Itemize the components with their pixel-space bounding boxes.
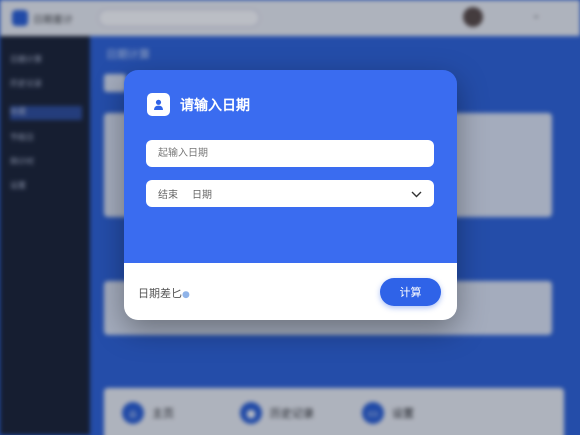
droplet-icon: ● [182,290,190,300]
end-date-prefix: 结束 [158,190,178,201]
dialog-footer: 日期差匕● 计算 [124,263,457,320]
end-date-placeholder: 日期 [192,190,212,201]
end-date-select[interactable]: 结束 日期 [146,180,434,207]
end-date-text: 结束 日期 [158,186,212,201]
calculate-button[interactable]: 计算 [380,278,441,306]
date-input-dialog: 请输入日期 结束 日期 日期差匕● 计算 [124,70,457,320]
start-date-input[interactable] [146,140,434,167]
date-difference-label: 日期差匕● [138,285,190,301]
chevron-down-icon [411,187,422,201]
date-difference-text: 日期差匕 [138,287,182,300]
user-badge-icon [147,93,170,116]
dialog-title: 请输入日期 [180,98,250,114]
dialog-header-panel: 请输入日期 结束 日期 [124,70,457,263]
